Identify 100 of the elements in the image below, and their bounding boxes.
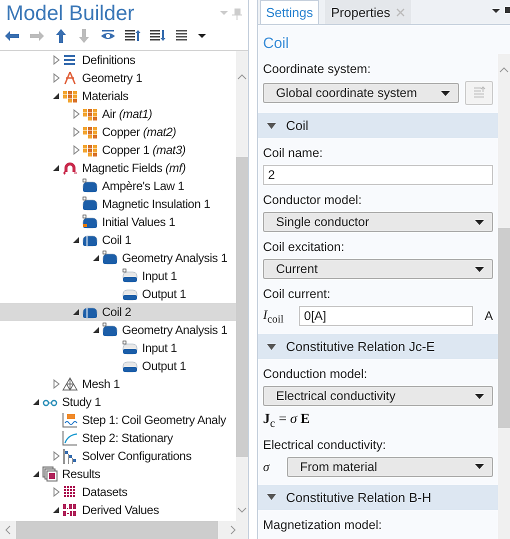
tree-item[interactable]: Air (mat1) (0, 105, 236, 123)
back-arrow-icon[interactable] (4, 29, 20, 43)
section-header[interactable]: Constitutive Relation B-H (258, 484, 498, 510)
expand-icon[interactable] (52, 379, 60, 389)
collapse-icon (267, 494, 276, 500)
collapse-icon[interactable] (32, 470, 40, 478)
expand-icon[interactable] (52, 451, 60, 461)
sort-up-icon[interactable] (125, 29, 141, 43)
tree-item[interactable]: Output 1 (0, 357, 236, 375)
collapse-icon (267, 122, 276, 128)
mesh-icon (62, 376, 78, 392)
field-label: Conductor model: (263, 192, 363, 209)
field-label: Magnetization model: (263, 516, 383, 534)
tree-item[interactable]: Materials (0, 87, 236, 105)
dropdown-caret-icon (475, 464, 484, 470)
list-icon[interactable] (175, 29, 188, 43)
document-icon (472, 86, 486, 100)
tree-item[interactable]: Copper 1 (mat3) (0, 141, 236, 159)
scrollbar[interactable] (236, 51, 248, 521)
tree-item[interactable]: Definitions (0, 51, 236, 69)
tree-item[interactable]: Geometry Analysis 1 (0, 249, 236, 267)
tree-item[interactable]: Initial Values 1 (0, 213, 236, 231)
cylinder-icon (82, 196, 98, 212)
scrollbar[interactable] (498, 54, 510, 539)
magnet-icon (62, 160, 78, 176)
input-field[interactable]: 0[A] (299, 306, 473, 326)
field-label: Electrical conductivity: (263, 436, 387, 454)
collapse-icon[interactable] (92, 254, 100, 262)
input-field[interactable]: 2 (263, 165, 493, 185)
tree-item[interactable]: Magnetic Fields (mf) (0, 159, 236, 177)
tree-item[interactable]: Ampère's Law 1 (0, 177, 236, 195)
cylinder-icon (122, 340, 138, 356)
dropdown[interactable]: Single conductor (263, 212, 493, 232)
section-title: Constitutive Relation Jc-E (286, 339, 435, 354)
material-icon (82, 124, 98, 140)
tree-item[interactable]: Results (0, 465, 236, 483)
symbol-label: I$_{coil}$ (263, 306, 285, 326)
tree-item[interactable]: Coil 2 (0, 303, 236, 321)
cylinder-icon (122, 268, 138, 284)
unit-label: A (484, 309, 493, 323)
field-label: Coil excitation: (263, 239, 346, 256)
tree-item[interactable]: Step 1: Coil Geometry Analy (0, 411, 236, 429)
bars-icon (62, 448, 78, 464)
dropdown-caret-icon (475, 220, 484, 224)
stack-icon (42, 466, 58, 482)
tree-item[interactable]: Geometry 1 (0, 69, 236, 87)
tree-item[interactable]: Geometry Analysis 1 (0, 321, 236, 339)
collapse-icon[interactable] (72, 236, 80, 244)
dropdown[interactable]: Electrical conductivity (263, 386, 493, 406)
tree-item[interactable]: Mesh 1 (0, 375, 236, 393)
field-label: Conduction model: (263, 366, 368, 383)
cylinder-icon (102, 322, 118, 338)
collapse-icon[interactable] (52, 164, 60, 172)
collapse-icon[interactable] (92, 326, 100, 334)
compass-icon (62, 70, 78, 86)
dropdown-caret-icon (441, 90, 450, 96)
tree-item[interactable]: Datasets (0, 483, 236, 501)
field-label: Coordinate system: (263, 61, 372, 78)
curve-icon (62, 430, 78, 446)
tree-item[interactable]: Output 1 (0, 285, 236, 303)
tree-item[interactable]: Step 2: Stationary (0, 429, 236, 447)
tab[interactable]: Properties (324, 0, 412, 24)
grid-icon (62, 484, 78, 500)
chart-icon (62, 412, 78, 428)
scrollbar[interactable] (0, 521, 248, 539)
tree-item[interactable]: Coil 1 (0, 231, 236, 249)
collapse-icon[interactable] (32, 398, 40, 406)
section-header[interactable]: Coil (258, 113, 498, 138)
field-label: Coil current: (263, 286, 332, 303)
dropdown[interactable]: Current (263, 259, 493, 279)
tree-item[interactable]: Derived Values (0, 501, 236, 519)
section-header[interactable]: Constitutive Relation Jc-E (258, 334, 498, 359)
field-label: Coil name: (263, 145, 324, 162)
section-title: Constitutive Relation B-H (286, 490, 432, 505)
dropdown-caret-icon (475, 394, 484, 398)
cylinder-icon (82, 178, 98, 194)
collapse-icon[interactable] (52, 92, 60, 100)
material-icon (82, 106, 98, 122)
sort-down-icon[interactable] (150, 29, 166, 43)
cylinder-icon (82, 214, 98, 230)
dropdown[interactable]: From material (287, 456, 493, 477)
dropdown[interactable]: Global coordinate system (263, 83, 459, 103)
tree-item[interactable]: Study 1 (0, 393, 236, 411)
tab[interactable]: Settings (260, 0, 319, 24)
cylinder-icon (102, 250, 118, 266)
settings-title: Coil (262, 34, 290, 53)
tree-item[interactable]: Solver Configurations (0, 447, 236, 465)
tree-item[interactable]: Input 1 (0, 339, 236, 357)
symbol-label: σ (263, 458, 271, 475)
expand-icon[interactable] (52, 487, 60, 497)
up-arrow-icon[interactable] (54, 29, 68, 43)
tree-item[interactable]: Input 1 (0, 267, 236, 285)
collapse-icon (267, 344, 276, 350)
equation: J$_{c}$ = σ E (263, 412, 311, 430)
collapse-icon[interactable] (72, 308, 80, 316)
panel-title: Model Builder (6, 2, 134, 26)
tree-item[interactable]: Copper (mat2) (0, 123, 236, 141)
collapse-icon[interactable] (52, 506, 60, 514)
material-icon (82, 142, 98, 158)
tree-item[interactable]: Magnetic Insulation 1 (0, 195, 236, 213)
